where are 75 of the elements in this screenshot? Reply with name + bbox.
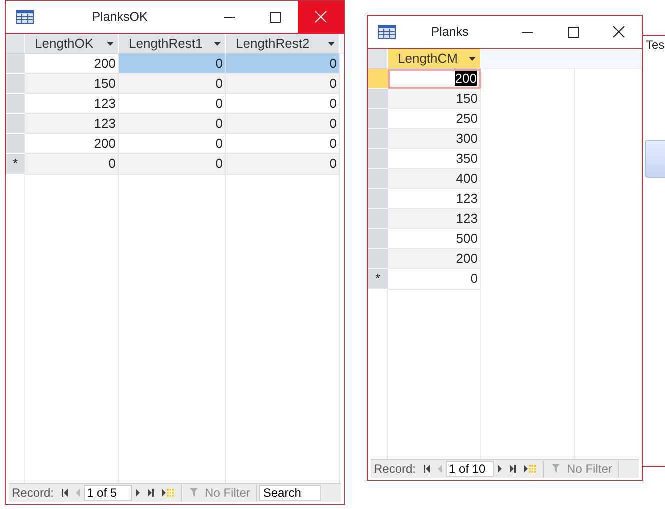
- column-header[interactable]: LengthRest1: [119, 34, 226, 54]
- table-cell[interactable]: 0: [25, 154, 119, 174]
- table-cell[interactable]: 200: [388, 249, 481, 269]
- next-icon: [136, 489, 140, 497]
- filter-icon: [190, 488, 200, 498]
- previous-icon: [76, 489, 80, 497]
- filter-icon: [552, 464, 562, 474]
- window-title: Planks: [430, 24, 470, 41]
- close-icon: [613, 26, 625, 38]
- row-selector[interactable]: [6, 134, 25, 154]
- previous-icon: [438, 465, 442, 473]
- column-header[interactable]: LengthCM: [388, 49, 481, 69]
- table-cell[interactable]: 150: [388, 89, 481, 109]
- column-header[interactable]: LengthOK: [25, 34, 119, 54]
- row-selector[interactable]: [368, 229, 388, 249]
- row-selector[interactable]: [6, 54, 25, 74]
- column-header[interactable]: LengthRest2: [226, 34, 340, 54]
- record-position-field[interactable]: 1 of 5: [84, 485, 132, 501]
- row-selector[interactable]: [368, 69, 388, 89]
- new-row-marker: *: [6, 154, 25, 174]
- column-label: LengthRest2: [236, 34, 310, 53]
- minimize-icon: [224, 16, 234, 18]
- table-cell[interactable]: 0: [388, 269, 481, 290]
- window-title: PlanksOK: [91, 8, 149, 26]
- column-label: LengthRest1: [129, 34, 203, 53]
- search-field[interactable]: Search: [259, 485, 322, 501]
- close-icon: [315, 11, 327, 23]
- table-cell[interactable]: 0: [119, 54, 226, 74]
- caret-icon: [328, 42, 335, 46]
- table-cell[interactable]: 0: [119, 154, 226, 174]
- table-cell[interactable]: 0: [119, 74, 226, 94]
- row-selector[interactable]: [368, 249, 388, 269]
- new-row-marker: *: [368, 269, 388, 290]
- table-cell[interactable]: 0: [119, 114, 226, 134]
- row-selector[interactable]: [6, 114, 25, 134]
- next-icon: [498, 465, 502, 473]
- table-cell[interactable]: 123: [388, 209, 481, 229]
- record-label: Record:: [373, 461, 418, 478]
- row-selector[interactable]: [6, 74, 25, 94]
- select-all-corner[interactable]: [368, 49, 388, 69]
- table-cell[interactable]: 300: [388, 129, 481, 149]
- record-label: Record:: [11, 485, 56, 502]
- table-cell[interactable]: 0: [226, 154, 340, 174]
- table-cell[interactable]: 400: [388, 169, 481, 189]
- maximize-icon: [568, 26, 578, 38]
- column-label: LengthOK: [35, 34, 94, 53]
- row-selector[interactable]: [368, 209, 388, 229]
- caret-icon: [107, 42, 114, 46]
- table-icon: [16, 10, 34, 24]
- window-title: Tes: [645, 38, 665, 52]
- last-icon: [148, 489, 154, 497]
- row-selector[interactable]: [368, 189, 388, 209]
- new-record-icon: [162, 489, 174, 497]
- record-position-field[interactable]: 1 of 10: [446, 461, 494, 477]
- table-cell[interactable]: 0: [226, 114, 340, 134]
- row-selector[interactable]: [368, 89, 388, 109]
- row-selector[interactable]: [368, 129, 388, 149]
- row-selector[interactable]: [6, 94, 25, 114]
- row-selector[interactable]: [368, 109, 388, 129]
- table-cell[interactable]: 123: [25, 114, 119, 134]
- maximize-icon: [270, 12, 280, 22]
- caret-icon: [214, 42, 221, 46]
- select-all-corner[interactable]: [6, 34, 25, 54]
- row-selector[interactable]: [368, 149, 388, 169]
- table-cell[interactable]: 150: [25, 74, 119, 94]
- table-icon: [378, 25, 396, 39]
- new-record-icon: [524, 465, 536, 473]
- table-cell[interactable]: 0: [226, 74, 340, 94]
- column-label: LengthCM: [398, 50, 458, 68]
- first-icon: [62, 489, 68, 497]
- caret-icon: [469, 56, 476, 60]
- row-selector[interactable]: [368, 169, 388, 189]
- last-icon: [510, 465, 516, 473]
- first-icon: [424, 465, 430, 473]
- table-cell[interactable]: 0: [226, 54, 340, 74]
